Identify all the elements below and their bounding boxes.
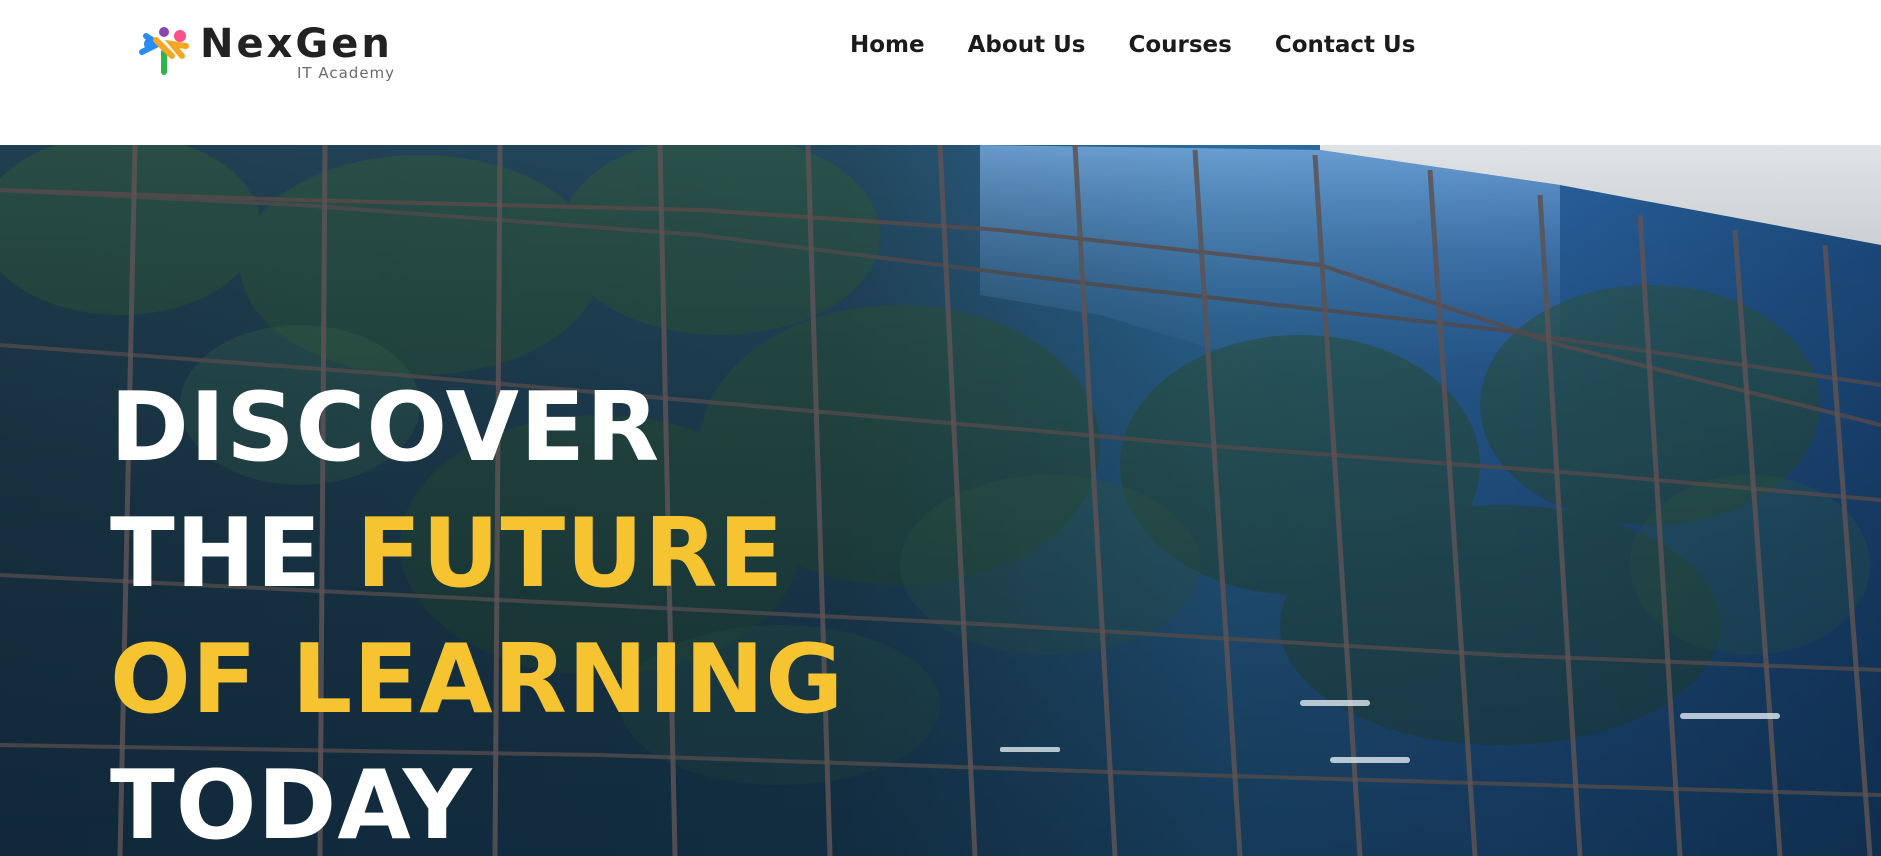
brand-logo[interactable]: NexGen IT Academy xyxy=(136,20,406,82)
hero-highlight-future: FUTURE xyxy=(356,499,785,609)
nav-contact-us[interactable]: Contact Us xyxy=(1275,28,1416,62)
hero-line-2: THE FUTURE xyxy=(110,491,844,617)
nav-home[interactable]: Home xyxy=(850,28,925,62)
hero-section: DISCOVER THE FUTURE OF LEARNING TODAY xyxy=(0,145,1881,856)
hero-line-3: OF LEARNING xyxy=(110,625,845,735)
hero-line-2-prefix: THE xyxy=(110,499,357,609)
brand-name: NexGen xyxy=(200,21,393,67)
hero-line-4: TODAY xyxy=(110,751,473,856)
nav-about-us[interactable]: About Us xyxy=(968,28,1086,62)
hero-headline: DISCOVER THE FUTURE OF LEARNING TODAY xyxy=(110,365,844,856)
hero-line-1: DISCOVER xyxy=(110,373,661,483)
nav-courses[interactable]: Courses xyxy=(1128,28,1231,62)
main-nav: Home About Us Courses Contact Us xyxy=(850,28,1415,62)
site-header: NexGen IT Academy Home About Us Courses … xyxy=(0,0,1881,145)
brand-tagline: IT Academy xyxy=(297,64,396,82)
brand-mark-icon xyxy=(139,27,189,75)
